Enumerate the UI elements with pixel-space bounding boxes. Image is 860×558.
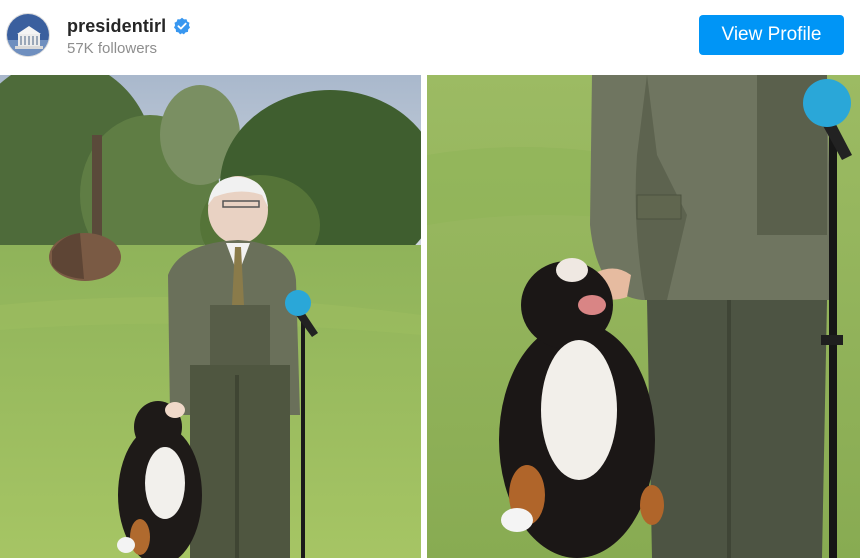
username-link[interactable]: presidentirl <box>67 16 166 37</box>
verified-badge-icon <box>174 17 191 35</box>
post-photo-right[interactable] <box>427 75 860 558</box>
post-header: presidentirl 57K followers View Profile <box>0 0 860 74</box>
profile-avatar[interactable] <box>6 13 50 57</box>
username-row: presidentirl <box>67 14 191 38</box>
post-photo-left[interactable] <box>0 75 421 558</box>
building-avatar-icon <box>7 14 49 56</box>
followers-count: 57K followers <box>67 40 158 57</box>
photo-dog-closeup <box>427 75 860 558</box>
photo-man-with-dog <box>0 75 421 558</box>
view-profile-button[interactable]: View Profile <box>699 15 844 55</box>
